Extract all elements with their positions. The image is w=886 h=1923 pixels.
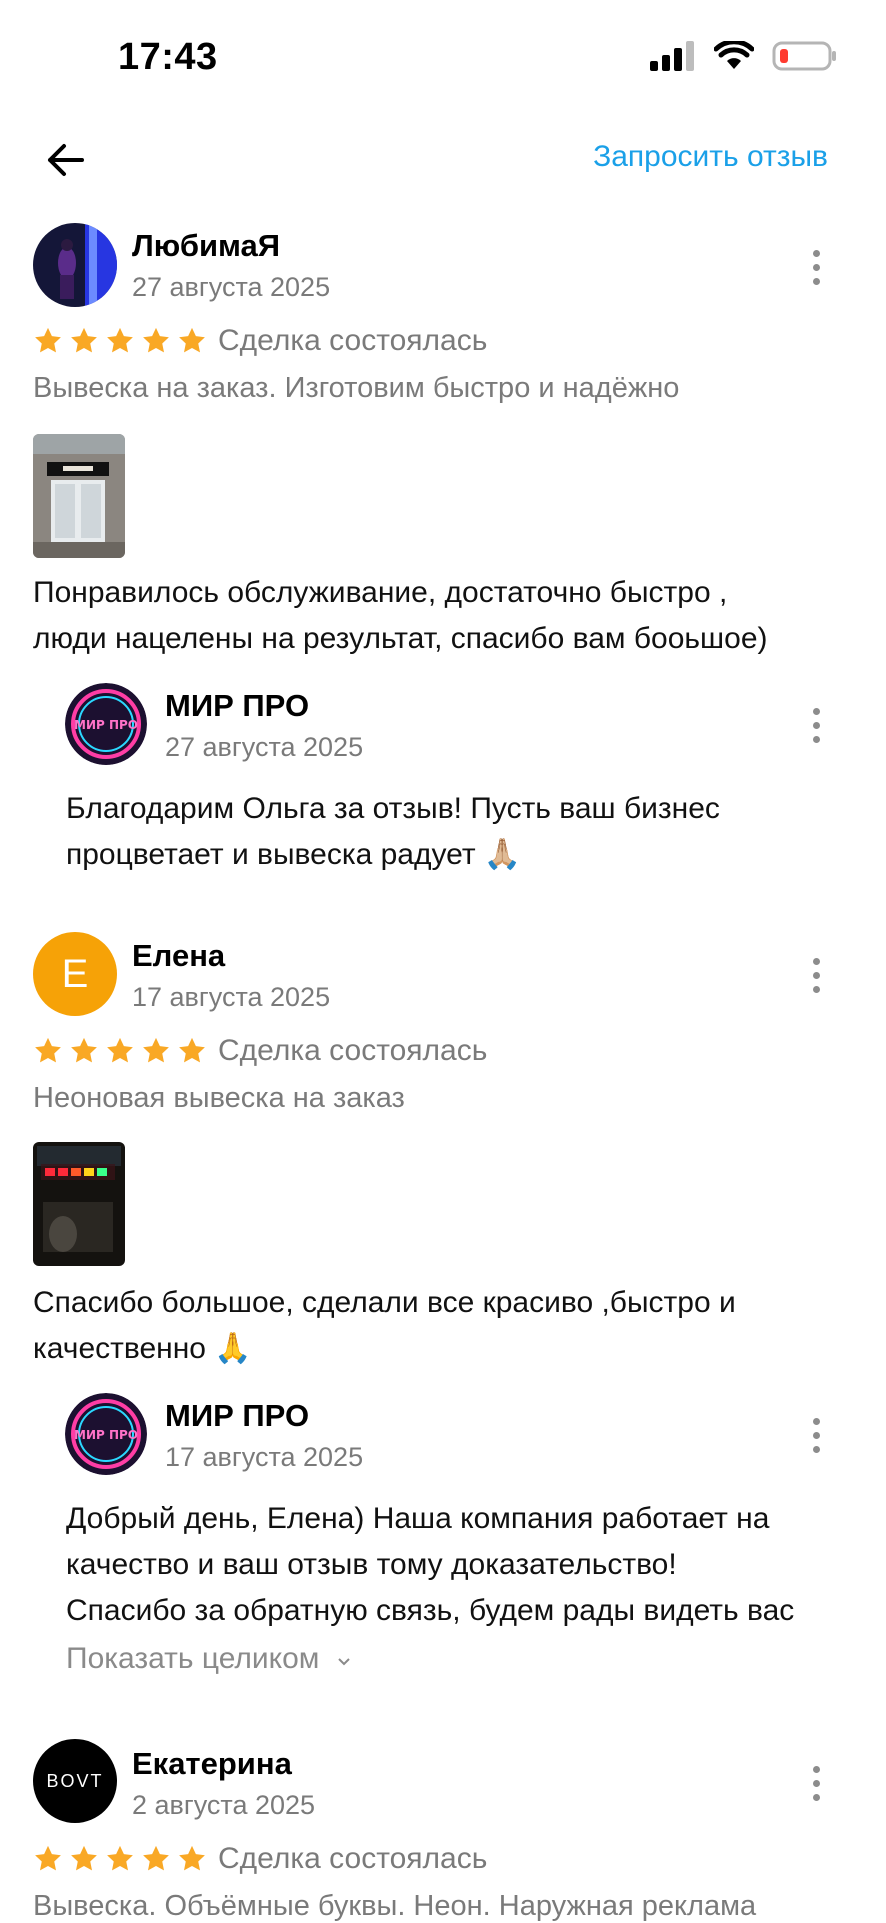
star-icon xyxy=(179,327,205,353)
review-photo[interactable] xyxy=(33,1142,125,1266)
review-text-line: Понравилось обслуживание, достаточно быс… xyxy=(33,576,728,609)
avatar-letter: Е xyxy=(61,951,89,996)
request-review-link[interactable]: Запросить отзыв xyxy=(593,140,828,174)
wifi-icon xyxy=(714,41,754,69)
review-text-line: люди нацелены на результат, спасибо вам … xyxy=(33,622,768,655)
avatar[interactable]: Е xyxy=(33,932,117,1016)
review-subject: Вывеска на заказ. Изготовим быстро и над… xyxy=(33,372,680,404)
more-options-button[interactable] xyxy=(796,1410,836,1460)
show-full-reply-button[interactable]: Показать целиком xyxy=(66,1642,352,1676)
review-text-line: качественно 🙏 xyxy=(33,1332,252,1365)
review-card: ЛюбимаЯ 27 августа 2025 Сделка состоялас… xyxy=(0,220,886,880)
star-icon xyxy=(179,1037,205,1063)
review-author: ЛюбимаЯ xyxy=(132,228,281,263)
review-date: 27 августа 2025 xyxy=(132,272,331,302)
deal-status: Сделка состоялась xyxy=(218,324,488,357)
battery-icon xyxy=(772,41,836,71)
reply-date: 17 августа 2025 xyxy=(165,1442,364,1472)
review-card: BOVT Екатерина 2 августа 2025 Сделка сос… xyxy=(0,1738,886,1922)
reply-author: МИР ПРО xyxy=(165,688,310,723)
star-icon xyxy=(107,1037,133,1063)
star-icon xyxy=(107,327,133,353)
star-icon xyxy=(35,1037,61,1063)
reply-author: МИР ПРО xyxy=(165,1398,310,1433)
rating-stars xyxy=(33,326,207,356)
reply-text-line: Спасибо за обратную связь, будем рады ви… xyxy=(66,1594,795,1627)
star-icon xyxy=(71,1845,97,1871)
reply-text-line: Добрый день, Елена) Наша компания работа… xyxy=(66,1502,770,1535)
reply-text-line: качество и ваш отзыв тому доказательство… xyxy=(66,1548,677,1581)
star-icon xyxy=(35,1845,61,1871)
rating-stars xyxy=(33,1036,207,1066)
seller-logo-text: МИР ПРО xyxy=(74,1428,138,1442)
review-date: 2 августа 2025 xyxy=(132,1790,316,1820)
signal-icon xyxy=(650,41,694,71)
status-bar: 17:43 xyxy=(0,0,886,120)
review-date: 17 августа 2025 xyxy=(132,982,331,1012)
more-options-button[interactable] xyxy=(796,700,836,750)
more-options-button[interactable] xyxy=(796,242,836,292)
seller-logo-text: МИР ПРО xyxy=(74,718,138,732)
review-text-line: Спасибо большое, сделали все красиво ,бы… xyxy=(33,1286,736,1319)
avatar[interactable] xyxy=(33,223,117,307)
star-icon xyxy=(143,1845,169,1871)
status-time: 17:43 xyxy=(118,36,218,78)
show-more-label: Показать целиком xyxy=(66,1642,320,1675)
back-button[interactable] xyxy=(40,134,92,186)
avatar[interactable]: BOVT xyxy=(33,1739,117,1823)
review-author: Екатерина xyxy=(132,1746,292,1781)
deal-status: Сделка состоялась xyxy=(218,1842,488,1875)
chevron-down-icon xyxy=(338,1658,350,1666)
seller-avatar[interactable]: МИР ПРО xyxy=(65,1393,147,1475)
avatar-logo-text: BOVT xyxy=(46,1770,104,1791)
top-nav: Запросить отзыв xyxy=(0,120,886,200)
status-icons xyxy=(650,40,838,72)
deal-status: Сделка состоялась xyxy=(218,1034,488,1067)
reply-text-line: процветает и вывеска радует 🙏🏼 xyxy=(66,838,522,871)
star-icon xyxy=(143,1037,169,1063)
rating-stars xyxy=(33,1844,207,1874)
star-icon xyxy=(71,1037,97,1063)
review-subject: Вывеска. Объёмные буквы. Неон. Наружная … xyxy=(33,1890,757,1922)
seller-avatar[interactable]: МИР ПРО xyxy=(65,683,147,765)
reply-date: 27 августа 2025 xyxy=(165,732,364,762)
star-icon xyxy=(35,327,61,353)
review-photo[interactable] xyxy=(33,434,125,558)
review-card: Е Елена 17 августа 2025 Сделка состоялас… xyxy=(0,930,886,1690)
reply-text-line: Благодарим Ольга за отзыв! Пусть ваш биз… xyxy=(66,792,720,825)
review-subject: Неоновая вывеска на заказ xyxy=(33,1082,405,1114)
more-options-button[interactable] xyxy=(796,950,836,1000)
arrow-left-icon xyxy=(48,144,84,176)
star-icon xyxy=(179,1845,205,1871)
more-options-button[interactable] xyxy=(796,1758,836,1808)
star-icon xyxy=(107,1845,133,1871)
star-icon xyxy=(71,327,97,353)
review-author: Елена xyxy=(132,938,226,973)
star-icon xyxy=(143,327,169,353)
